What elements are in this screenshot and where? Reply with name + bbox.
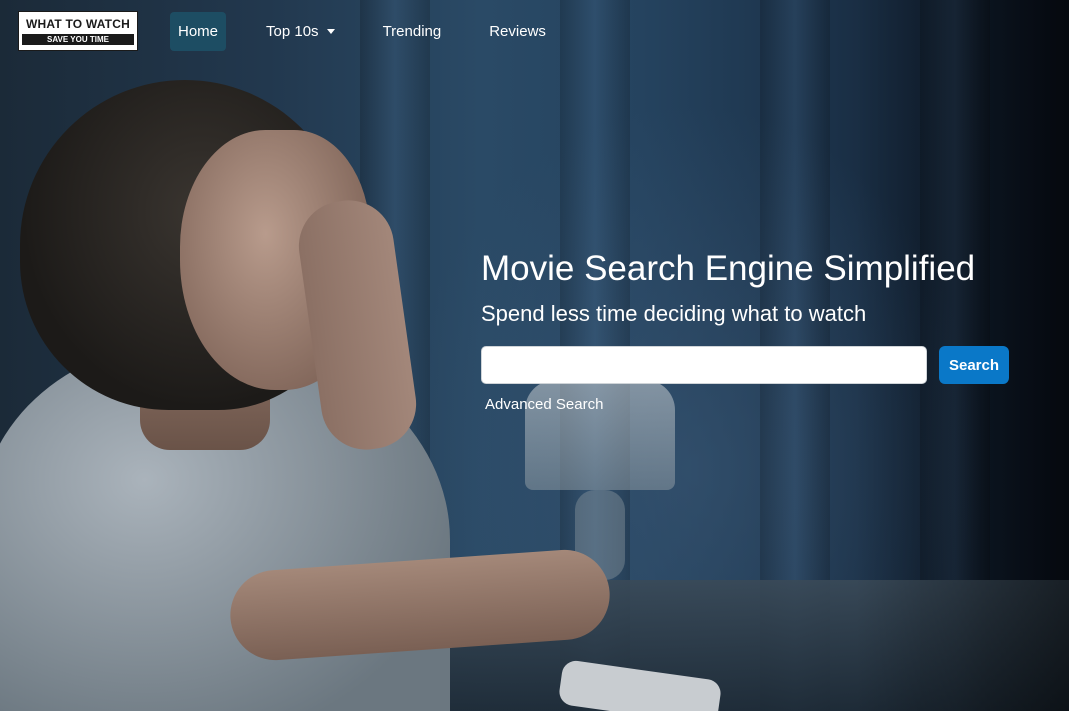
nav-home-label: Home (178, 22, 219, 40)
advanced-search-link[interactable]: Advanced Search (485, 396, 603, 413)
brand-logo[interactable]: WHAT TO WATCH SAVE YOU TIME (18, 11, 138, 51)
brand-tagline: SAVE YOU TIME (22, 34, 134, 45)
nav-top10s-dropdown[interactable]: Top 10s (258, 12, 343, 51)
nav-reviews-label: Reviews (489, 22, 546, 40)
search-button[interactable]: Search (939, 346, 1009, 384)
nav-home[interactable]: Home (170, 11, 227, 51)
nav-trending-label: Trending (382, 22, 442, 40)
caret-down-icon (326, 28, 335, 34)
search-input[interactable] (481, 346, 927, 384)
page-title: Movie Search Engine Simplified (481, 249, 976, 288)
search-form: Search (481, 346, 1021, 384)
brand-title: WHAT TO WATCH (26, 17, 130, 31)
navbar: WHAT TO WATCH SAVE YOU TIME Home Top 10s… (0, 0, 1069, 62)
nav-trending[interactable]: Trending (375, 12, 450, 51)
nav-reviews[interactable]: Reviews (481, 12, 554, 51)
nav-top10s-label: Top 10s (266, 22, 319, 40)
page-subtitle: Spend less time deciding what to watch (481, 301, 867, 326)
hero-content: Movie Search Engine Simplified Spend les… (481, 248, 1021, 414)
